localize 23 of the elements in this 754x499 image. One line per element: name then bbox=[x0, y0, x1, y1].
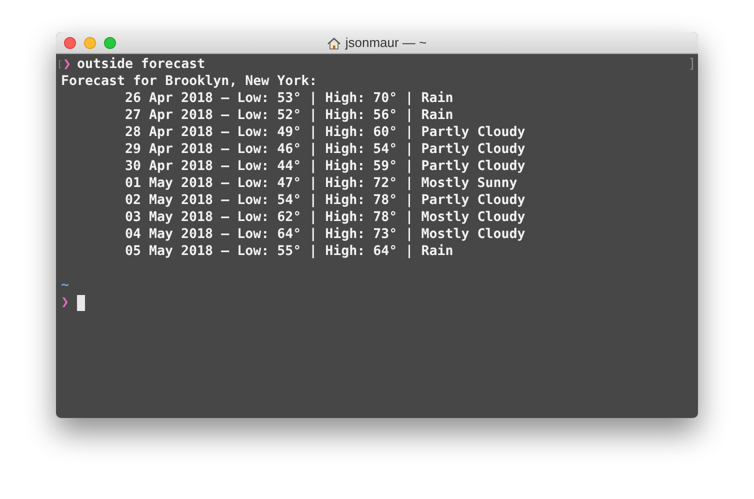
prompt-symbol: ❯ bbox=[63, 56, 72, 73]
forecast-line: 04 May 2018 – Low: 64° | High: 73° | Mostly Cloudy bbox=[125, 227, 526, 242]
prompt-symbol: ❯ bbox=[61, 294, 70, 311]
text-cursor bbox=[77, 294, 85, 310]
heading-text: Forecast for Brooklyn, New York: bbox=[61, 74, 318, 89]
bracket-mark: [ bbox=[57, 58, 63, 72]
forecast-line: 30 Apr 2018 – Low: 44° | High: 59° | Partly Cloudy bbox=[125, 159, 526, 174]
directory-text: ~ bbox=[61, 278, 70, 293]
minimize-button[interactable] bbox=[84, 36, 96, 48]
forecast-line: 26 Apr 2018 – Low: 53° | High: 70° | Rain bbox=[125, 91, 454, 106]
forecast-line: 02 May 2018 – Low: 54° | High: 78° | Partly Cloudy bbox=[125, 193, 526, 208]
forecast-line: 03 May 2018 – Low: 62° | High: 78° | Mostly Cloudy bbox=[125, 210, 526, 225]
bracket-mark: ] bbox=[688, 56, 696, 73]
window-title: jsonmaur — ~ bbox=[345, 34, 427, 52]
forecast-line: 28 Apr 2018 – Low: 49° | High: 60° | Partly Cloudy bbox=[125, 125, 526, 140]
forecast-line: 27 Apr 2018 – Low: 52° | High: 56° | Rain bbox=[125, 108, 454, 123]
close-button[interactable] bbox=[64, 36, 76, 48]
forecast-line: 05 May 2018 – Low: 55° | High: 64° | Rain bbox=[125, 244, 454, 259]
forecast-line: 29 Apr 2018 – Low: 46° | High: 54° | Partly Cloudy bbox=[125, 142, 526, 157]
command-text: outside forecast bbox=[77, 56, 206, 73]
maximize-button[interactable] bbox=[104, 36, 116, 48]
home-icon bbox=[327, 36, 342, 50]
forecast-line: 01 May 2018 – Low: 47° | High: 72° | Mostly Sunny bbox=[125, 176, 518, 191]
